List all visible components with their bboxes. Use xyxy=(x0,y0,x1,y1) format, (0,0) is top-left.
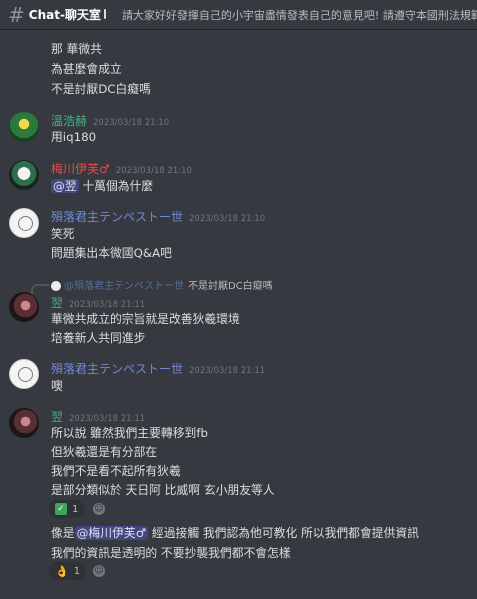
message-header: 翌 2023/03/18 21:11 xyxy=(51,294,145,311)
message-header: 溫浩赫 2023/03/18 21:10 xyxy=(51,112,169,129)
timestamp: 2023/03/18 21:11 xyxy=(189,366,266,376)
message-line: 華微共成立的宗旨就是改善狄羲環境 xyxy=(51,312,240,326)
message-text: 像是 xyxy=(51,526,75,540)
channel-name[interactable]: Chat-聊天室 xyxy=(29,6,101,23)
ok-hand-icon: 👌 xyxy=(55,564,69,578)
reaction-count: 1 xyxy=(72,503,79,515)
avatar[interactable] xyxy=(9,208,39,238)
reply-text: 不是討厭DC白癡嗎 xyxy=(188,281,273,292)
check-mark-icon: ✓ xyxy=(55,503,67,515)
message-text: 經過接觸 我們認為他可教化 所以我們都會提供資訊 xyxy=(151,526,419,540)
message-header: 殞落君主テンペストー世 2023/03/18 21:10 xyxy=(51,208,265,225)
channel-topic[interactable]: 請大家好好發揮自己的小宇宙盡情發表自己的意見吧! 請遵守本國刑法規範 xyxy=(122,7,477,23)
add-reaction-icon[interactable]: ☺ xyxy=(93,565,105,577)
message-header: 殞落君主テンペストー世 2023/03/18 21:11 xyxy=(51,360,265,377)
username[interactable]: 翌 xyxy=(51,296,63,310)
message-line: 所以說 雖然我們主要轉移到fb xyxy=(51,426,208,440)
reaction-count: 1 xyxy=(73,565,81,577)
add-reaction-icon[interactable]: ☺ xyxy=(93,503,105,515)
message-line: 是部分類似於 天日阿 比威啊 玄小朋友等人 xyxy=(51,483,275,497)
reply-connector xyxy=(31,284,49,296)
timestamp: 2023/03/18 21:10 xyxy=(93,118,170,128)
message-header: 翌 2023/03/18 21:11 xyxy=(51,408,145,425)
message-line: 噢 xyxy=(51,379,63,393)
reply-avatar xyxy=(51,281,61,291)
timestamp: 2023/03/18 21:10 xyxy=(189,214,266,224)
username[interactable]: 殞落君主テンペストー世 xyxy=(51,210,183,224)
avatar[interactable] xyxy=(9,292,39,322)
reply-preview[interactable]: @殞落君主テンペストー世 不是討厭DC白癡嗎 xyxy=(51,277,273,292)
message-line: 用iq180 xyxy=(51,130,97,144)
message-line: 問題集出本微國Q&A吧 xyxy=(51,246,172,260)
timestamp: 2023/03/18 21:11 xyxy=(69,300,146,310)
avatar[interactable] xyxy=(9,408,39,438)
reply-author[interactable]: @殞落君主テンペストー世 xyxy=(64,281,184,292)
reaction-ok-hand[interactable]: 👌 1 xyxy=(49,562,87,580)
timestamp: 2023/03/18 21:11 xyxy=(69,414,146,424)
hashtag-icon: # xyxy=(8,2,25,27)
avatar[interactable] xyxy=(9,359,39,389)
message-list: 那 華微共 為甚麼會成立 不是討厭DC白癡嗎 溫浩赫 2023/03/18 21:… xyxy=(0,30,477,599)
user-mention[interactable]: @翌 xyxy=(51,179,79,193)
message-header: 梅川伊芙♂ 2023/03/18 21:10 xyxy=(51,160,192,177)
message-text: 十萬個為什麼 xyxy=(82,179,154,193)
timestamp: 2023/03/18 21:10 xyxy=(115,166,192,176)
channel-header: # Chat-聊天室 請大家好好發揮自己的小宇宙盡情發表自己的意見吧! 請遵守本… xyxy=(0,0,477,30)
message-line: 笑死 xyxy=(51,227,75,241)
message-line: 我們的資訊是透明的 不要抄襲我們都不會怎樣 xyxy=(51,546,291,560)
reaction-check[interactable]: ✓ 1 xyxy=(49,500,85,518)
user-mention[interactable]: @梅川伊芙♂ xyxy=(74,526,149,540)
message-line: 培養新人共同進步 xyxy=(51,331,146,345)
username[interactable]: 溫浩赫 xyxy=(51,114,87,128)
username[interactable]: 翌 xyxy=(51,410,63,424)
message-line: 像是 @梅川伊芙♂ 經過接觸 我們認為他可教化 所以我們都會提供資訊 xyxy=(51,524,419,541)
message-line: 為甚麼會成立 xyxy=(51,62,122,76)
username[interactable]: 殞落君主テンペストー世 xyxy=(51,362,183,376)
message-line: 不是討厭DC白癡嗎 xyxy=(51,82,151,96)
message-line: @翌 十萬個為什麼 xyxy=(51,177,153,194)
avatar[interactable] xyxy=(9,112,39,142)
message-line: 那 華微共 xyxy=(51,42,102,56)
message-line: 我們不是看不起所有狄羲 xyxy=(51,464,181,478)
chat-bubble-icon xyxy=(103,8,106,19)
avatar[interactable] xyxy=(9,160,39,190)
username[interactable]: 梅川伊芙♂ xyxy=(51,162,110,176)
message-line: 但狄羲還是有分部在 xyxy=(51,445,158,459)
